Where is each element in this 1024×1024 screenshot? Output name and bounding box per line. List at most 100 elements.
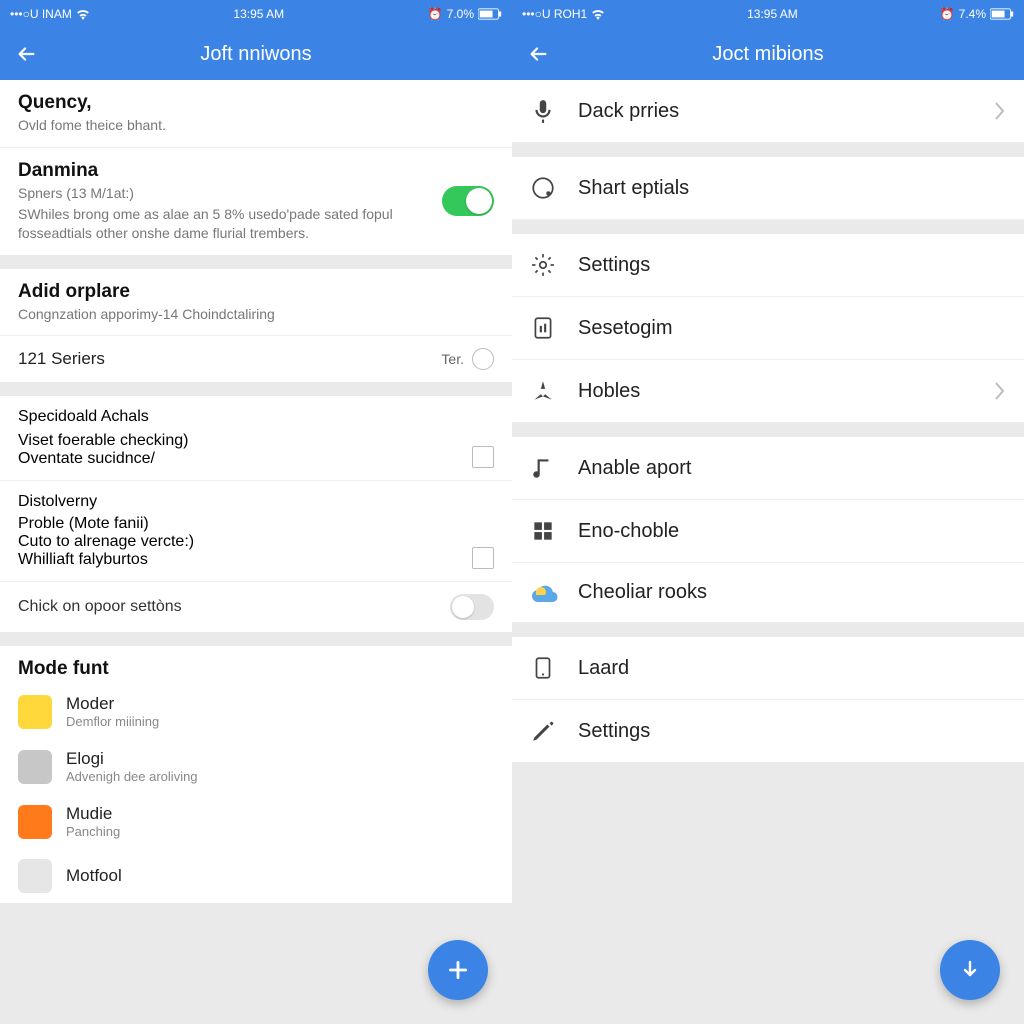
- app-header: Joft nniwons: [0, 28, 512, 80]
- row-danmina[interactable]: Danmina Spners (13 M/1at:) SWhiles brong…: [0, 148, 512, 255]
- app-row[interactable]: ElogiAdvenigh dee aroliving: [0, 739, 512, 794]
- seriers-radio[interactable]: [472, 348, 494, 370]
- app-name: Mudie: [66, 804, 494, 824]
- menu-item-mic[interactable]: Dack prries: [512, 80, 1024, 143]
- menu-item-doc-bars[interactable]: Sesetogim: [512, 297, 1024, 360]
- menu-item-star3[interactable]: Hobles: [512, 360, 1024, 423]
- clock-text: 13:95 AM: [747, 7, 798, 21]
- quency-sub: Ovld fome theice bhant.: [18, 116, 494, 135]
- status-bar: •••○U ROH1 13:95 AM ⏰ 7.4%: [512, 0, 1024, 28]
- quency-title: Quency,: [18, 92, 494, 114]
- page-title: Joct mibions: [512, 43, 1024, 66]
- spec-title: Specidoald Achals: [18, 408, 149, 426]
- app-icon: [18, 695, 52, 729]
- menu-item-label: Dack prries: [578, 100, 992, 123]
- music-icon: [530, 455, 578, 481]
- menu-item-label: Anable aport: [578, 457, 1006, 480]
- menu-item-label: Cheoliar rooks: [578, 581, 1006, 604]
- danmina-title: Danmina: [18, 160, 442, 182]
- chick-toggle[interactable]: [450, 594, 494, 620]
- chevron-right-icon: [992, 381, 1006, 401]
- menu-item-pencil[interactable]: Settings: [512, 700, 1024, 762]
- alarm-icon: ⏰: [428, 7, 443, 21]
- app-icon: [18, 750, 52, 784]
- dist-title: Distolverny: [18, 493, 97, 511]
- menu-item-label: Laard: [578, 657, 1006, 680]
- fab-add[interactable]: [428, 940, 488, 1000]
- app-name: Elogi: [66, 749, 494, 769]
- back-button[interactable]: [522, 38, 554, 70]
- menu-item-label: Hobles: [578, 380, 992, 403]
- menu-content[interactable]: Dack prries Shart eptials Settings Sesetogi…: [512, 80, 1024, 1024]
- seriers-right-label: Ter.: [441, 351, 464, 367]
- mode-funt-header: Mode funt: [0, 646, 512, 684]
- menu-item-music[interactable]: Anable aport: [512, 437, 1024, 500]
- row-quency[interactable]: Quency, Ovld fome theice bhant.: [0, 80, 512, 148]
- status-bar: •••○U INAM 13:95 AM ⏰ 7.0%: [0, 0, 512, 28]
- menu-item-label: Eno-choble: [578, 520, 1006, 543]
- group-quency: Quency, Ovld fome theice bhant. Danmina …: [0, 80, 512, 255]
- group-mode-funt: Mode funt ModerDemflor miiiningElogiAdve…: [0, 646, 512, 903]
- app-row[interactable]: ModerDemflor miiining: [0, 684, 512, 739]
- row-spec[interactable]: Specidoald Achals Viset foerable checkin…: [0, 396, 512, 481]
- menu-item-page[interactable]: Laard: [512, 637, 1024, 700]
- row-chick[interactable]: Chick on opoor settòns: [0, 582, 512, 632]
- section-gap: [512, 423, 1024, 437]
- row-seriers[interactable]: 121 Seriers Ter.: [0, 336, 512, 382]
- alarm-icon: ⏰: [940, 7, 955, 21]
- adid-title: Adid orplare: [18, 281, 494, 303]
- dist-checkbox[interactable]: [472, 547, 494, 569]
- menu-item-gear[interactable]: Settings: [512, 234, 1024, 297]
- row-distolverny[interactable]: Distolverny Proble (Mote fanii) Cuto to …: [0, 481, 512, 582]
- grid-icon: [530, 518, 578, 544]
- menu-item-grid[interactable]: Eno-choble: [512, 500, 1024, 563]
- section-gap: [512, 623, 1024, 637]
- app-sub: Panching: [66, 824, 494, 839]
- app-name: Motfool: [66, 866, 494, 886]
- back-button[interactable]: [10, 38, 42, 70]
- app-name: Moder: [66, 694, 494, 714]
- row-adid[interactable]: Adid orplare Congnzation apporimy-14 Cho…: [0, 269, 512, 337]
- doc-bars-icon: [530, 315, 578, 341]
- danmina-sub2: SWhiles brong ome as alae an 5 8% usedo'…: [18, 205, 442, 243]
- menu-item-circle[interactable]: Shart eptials: [512, 157, 1024, 220]
- settings-content[interactable]: Quency, Ovld fome theice bhant. Danmina …: [0, 80, 512, 1024]
- circle-icon: [530, 175, 578, 201]
- fab-download[interactable]: [940, 940, 1000, 1000]
- menu-item-label: Shart eptials: [578, 177, 1006, 200]
- group-spec: Specidoald Achals Viset foerable checkin…: [0, 396, 512, 632]
- mic-icon: [530, 98, 578, 124]
- chevron-right-icon: [992, 101, 1006, 121]
- app-row[interactable]: Motfool: [0, 849, 512, 903]
- battery-text: 7.4%: [959, 7, 986, 21]
- page-title: Joft nniwons: [0, 43, 512, 66]
- app-icon: [18, 805, 52, 839]
- danmina-toggle[interactable]: [442, 186, 494, 216]
- battery-icon: [990, 8, 1014, 20]
- clock-text: 13:95 AM: [233, 7, 284, 21]
- dist-sub1: Proble (Mote fanii): [18, 515, 194, 533]
- gear-icon: [530, 252, 578, 278]
- dist-sub3: Whilliaft falyburtos: [18, 551, 194, 569]
- battery-text: 7.0%: [447, 7, 474, 21]
- spec-checkbox[interactable]: [472, 446, 494, 468]
- group-adid: Adid orplare Congnzation apporimy-14 Cho…: [0, 269, 512, 383]
- menu-item-label: Settings: [578, 720, 1006, 743]
- right-phone: •••○U ROH1 13:95 AM ⏰ 7.4% Joct mibions …: [512, 0, 1024, 1024]
- cloud-icon: [530, 582, 578, 604]
- app-sub: Demflor miiining: [66, 714, 494, 729]
- pencil-icon: [530, 718, 578, 744]
- carrier-text: •••○U INAM: [10, 7, 72, 21]
- carrier-text: •••○U ROH1: [522, 7, 587, 21]
- menu-item-cloud[interactable]: Cheoliar rooks: [512, 563, 1024, 623]
- seriers-title: 121 Seriers: [18, 349, 441, 369]
- app-icon: [18, 859, 52, 893]
- menu-item-label: Settings: [578, 254, 1006, 277]
- section-gap: [512, 143, 1024, 157]
- dist-sub2: Cuto to alrenage vercte:): [18, 533, 194, 551]
- app-row[interactable]: MudiePanching: [0, 794, 512, 849]
- app-header: Joct mibions: [512, 28, 1024, 80]
- danmina-sub1: Spners (13 M/1at:): [18, 184, 442, 203]
- left-phone: •••○U INAM 13:95 AM ⏰ 7.0% Joft nniwons …: [0, 0, 512, 1024]
- wifi-icon: [76, 8, 90, 20]
